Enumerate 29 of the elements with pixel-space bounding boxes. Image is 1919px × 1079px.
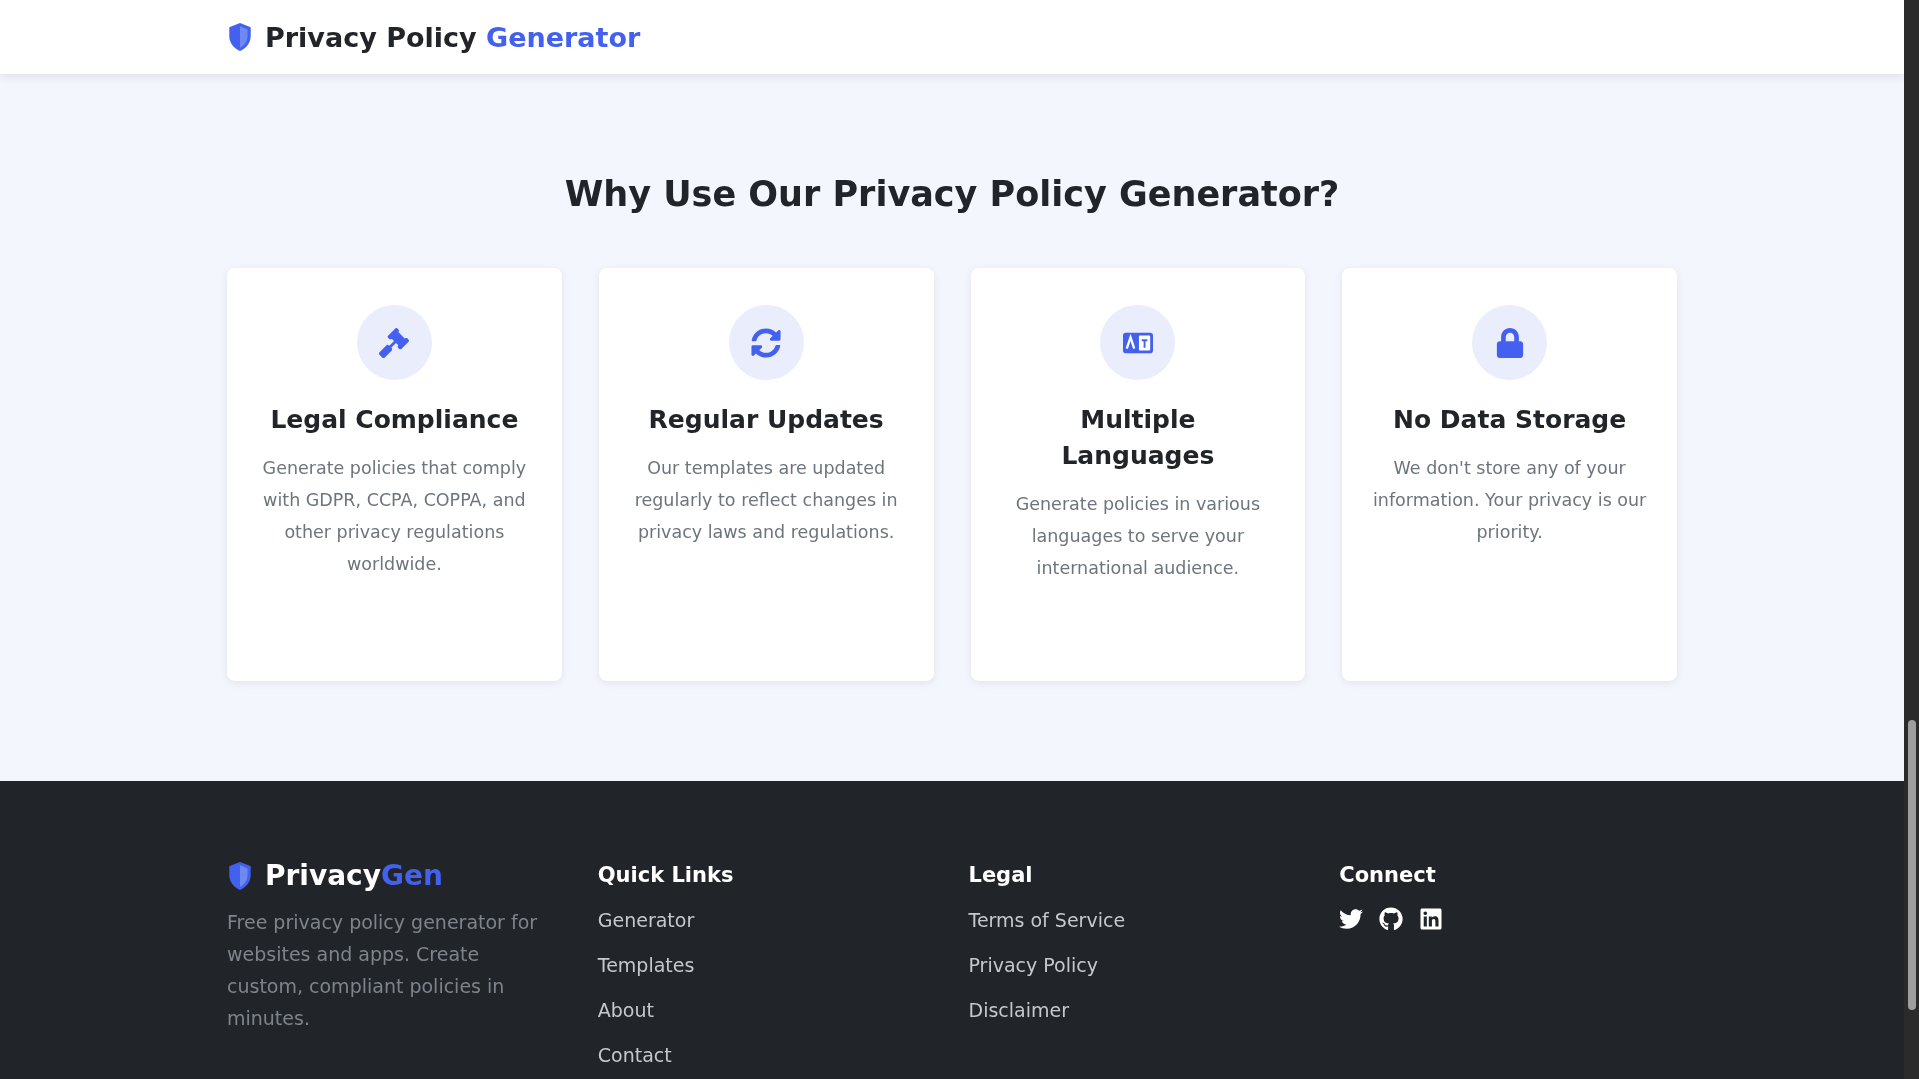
footer-heading: Legal [968, 863, 1034, 887]
feature-description: We don't store any of your information. Your privacy is our priority. [1372, 457, 1647, 544]
section-heading: Why Use Our Privacy Policy Generator? [563, 174, 1341, 214]
shield-icon [227, 22, 253, 52]
feature-title: Multiple Languages [1060, 404, 1216, 472]
feature-description: Generate policies in various languages to serve your international audience. [1014, 493, 1262, 580]
footer-link[interactable]: Templates [597, 952, 695, 979]
feature-title: Legal Compliance [270, 404, 519, 436]
shield-icon [227, 860, 253, 891]
footer-link[interactable]: Disclaimer [968, 997, 1069, 1024]
footer-brand: PrivacyGen [265, 859, 443, 892]
footer-heading: Connect [1339, 863, 1437, 887]
footer-heading: Quick Links [597, 863, 735, 887]
scrollbar[interactable] [1904, 0, 1919, 1079]
linkedin-icon[interactable] [1419, 907, 1444, 931]
footer-description: Free privacy policy generator for websites and apps. Create custom, compliant policies in minutes. [227, 910, 539, 1031]
scrollbar-thumb[interactable] [1908, 720, 1916, 1010]
feature-description: Generate policies that comply with GDPR, CCPA, COPPA, and other privacy regulations worldwide. [261, 457, 528, 576]
site-title: Privacy Policy Generator [265, 21, 641, 53]
github-icon[interactable] [1379, 907, 1404, 931]
footer-link[interactable]: Contact [597, 1042, 672, 1069]
footer-link[interactable]: Privacy Policy [968, 952, 1098, 979]
feature-description: Our templates are updated regularly to reflect changes in privacy laws and regulations. [633, 457, 899, 544]
twitter-icon[interactable] [1339, 907, 1364, 931]
footer-link[interactable]: Terms of Service [968, 907, 1126, 934]
footer-link[interactable]: About [597, 997, 654, 1024]
footer-link[interactable]: Generator [597, 907, 695, 934]
feature-title: Regular Updates [648, 404, 884, 436]
feature-title: No Data Storage [1393, 404, 1627, 436]
